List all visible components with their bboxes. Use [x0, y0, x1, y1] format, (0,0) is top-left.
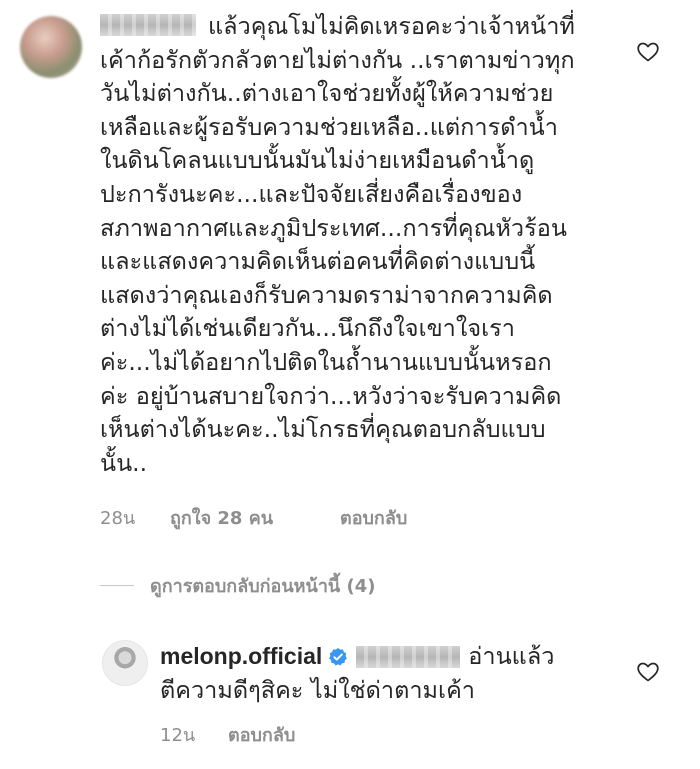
comment-time[interactable]: 28น	[100, 503, 158, 532]
reply-text-first: อ่านแล้ว	[468, 642, 555, 670]
blurred-mention	[356, 645, 461, 668]
reply-first-line: melonp.official อ่านแล้ว	[160, 640, 620, 674]
reply-body: melonp.official อ่านแล้ว ตีความดีๆสิคะ ไ…	[160, 640, 620, 707]
reply-username[interactable]: melonp.official	[160, 640, 322, 674]
reply-reply-button[interactable]: ตอบกลับ	[228, 720, 295, 749]
comment-text-rest: เค้าก้อรักตัวกลัวตายไม่ต่างกัน ..เราตามข…	[100, 45, 575, 477]
comment-text-line-1: แล้วคุณโมไม่คิดเหรอคะว่าเจ้าหน้าที่	[208, 12, 575, 40]
reply-button[interactable]: ตอบกลับ	[340, 503, 407, 532]
reply-time[interactable]: 12น	[160, 720, 216, 749]
reply-meta: 12น ตอบกลับ	[160, 720, 295, 748]
heart-icon[interactable]	[636, 660, 660, 684]
comment: แล้วคุณโมไม่คิดเหรอคะว่าเจ้าหน้าที่ เค้า…	[0, 0, 700, 560]
comment-text: แล้วคุณโมไม่คิดเหรอคะว่าเจ้าหน้าที่ เค้า…	[100, 10, 600, 480]
divider-line	[100, 584, 134, 586]
view-previous-replies-label: ดูการตอบกลับก่อนหน้านี้ (4)	[150, 575, 376, 597]
verified-badge-icon	[329, 647, 348, 666]
reply-text-second: ตีความดีๆสิคะ ไม่ใช่ด่าตามเค้า	[160, 675, 475, 704]
reply-avatar[interactable]	[102, 640, 148, 686]
comment-meta: 28น ถูกใจ 28 คน ตอบกลับ	[100, 503, 407, 531]
view-previous-replies-button[interactable]: ดูการตอบกลับก่อนหน้านี้ (4)	[100, 570, 375, 600]
avatar[interactable]	[20, 16, 82, 78]
likes-count-button[interactable]: ถูกใจ 28 คน	[170, 503, 320, 532]
heart-icon[interactable]	[636, 40, 660, 64]
